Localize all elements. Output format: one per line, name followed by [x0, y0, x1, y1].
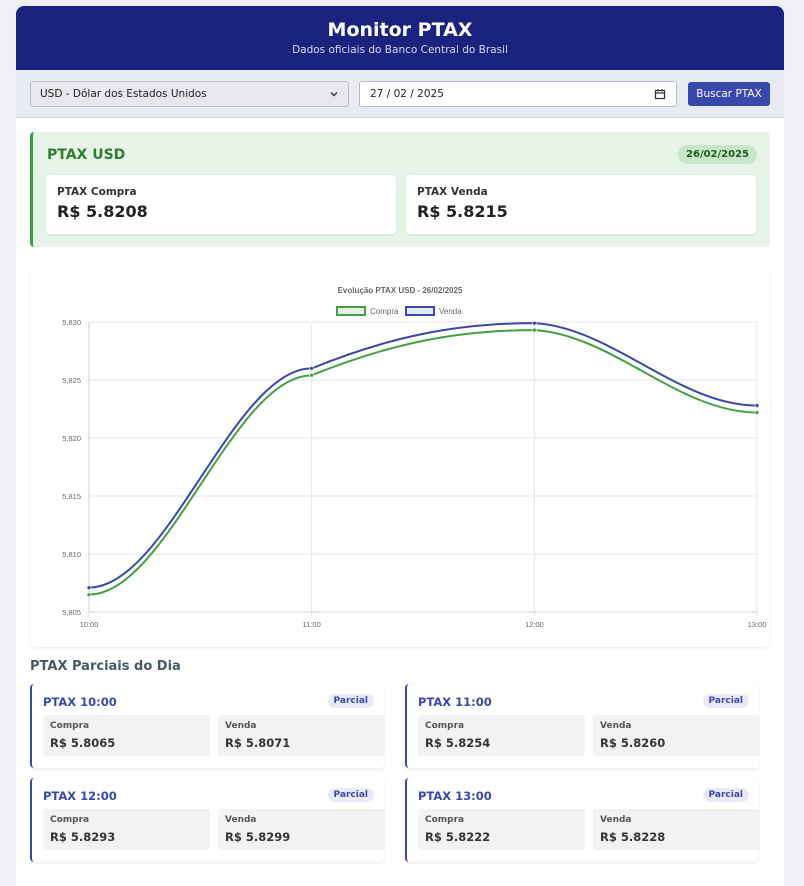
- sell-rate-value: R$ 5.8215: [417, 202, 508, 221]
- partial-sell-value: R$ 5.8071: [225, 736, 291, 750]
- legend-swatch-compra: [336, 306, 366, 316]
- partial-sell-label: Venda: [600, 721, 632, 731]
- partial-sell-value: R$ 5.8228: [600, 830, 666, 844]
- chevron-down-icon: [330, 92, 338, 97]
- partial-buy-label: Compra: [425, 815, 465, 825]
- partial-sell-cell: Venda R$ 5.8260: [593, 715, 760, 756]
- partial-card: PTAX 13:00 Parcial Compra R$ 5.8222 Venda R$ …: [405, 778, 760, 862]
- summary-title: PTAX USD: [47, 147, 126, 163]
- partial-sell-value: R$ 5.8299: [225, 830, 291, 844]
- app-header: Monitor PTAX Dados oficiais do Banco Cen…: [16, 6, 784, 70]
- partial-buy-label: Compra: [425, 721, 465, 731]
- partial-buy-value: R$ 5.8222: [425, 830, 491, 844]
- y-tick-label: 5,830: [62, 318, 81, 327]
- partial-badge: Parcial: [702, 788, 749, 802]
- data-point-venda: [309, 366, 314, 371]
- partial-buy-value: R$ 5.8065: [50, 736, 116, 750]
- x-tick-label: 13:00: [748, 620, 767, 629]
- partials-section-title: PTAX Parciais do Dia: [30, 659, 181, 674]
- partial-sell-label: Venda: [600, 815, 632, 825]
- page-subtitle: Dados oficiais do Banco Central do Brasi…: [292, 44, 508, 56]
- data-point-venda: [532, 320, 537, 326]
- buy-rate-value: R$ 5.8208: [57, 202, 148, 221]
- partial-card: PTAX 12:00 Parcial Compra R$ 5.8293 Venda R$ …: [30, 778, 385, 862]
- buy-rate-label: PTAX Compra: [57, 186, 137, 198]
- partial-badge: Parcial: [702, 694, 749, 708]
- partial-buy-label: Compra: [50, 721, 90, 731]
- data-point-venda: [86, 585, 92, 590]
- sell-rate-box: PTAX Venda R$ 5.8215: [406, 175, 756, 234]
- ptax-chart: Evolução PTAX USD - 26/02/2025 Compra Vend…: [30, 270, 770, 647]
- date-input-value: 27 / 02 / 2025: [370, 88, 444, 100]
- partial-card: PTAX 10:00 Parcial Compra R$ 5.8065 Venda R$ …: [30, 684, 385, 768]
- partial-card-title: PTAX 11:00: [418, 695, 492, 709]
- partial-sell-label: Venda: [225, 815, 257, 825]
- partial-buy-value: R$ 5.8293: [50, 830, 116, 844]
- data-point-compra: [309, 373, 314, 378]
- partial-sell-cell: Venda R$ 5.8071: [218, 715, 385, 756]
- partial-card: PTAX 11:00 Parcial Compra R$ 5.8254 Venda R$ …: [405, 684, 760, 768]
- ptax-line-chart: Evolução PTAX USD - 26/02/2025 Compra Vend…: [62, 286, 767, 629]
- partial-sell-value: R$ 5.8260: [600, 736, 666, 750]
- calendar-icon[interactable]: [654, 88, 666, 100]
- partial-card-title: PTAX 13:00: [418, 789, 492, 803]
- partial-card-title: PTAX 12:00: [43, 789, 117, 803]
- y-tick-label: 5,810: [62, 550, 81, 559]
- currency-select[interactable]: USD - Dólar dos Estados Unidos: [30, 81, 349, 107]
- partial-buy-cell: Compra R$ 5.8293: [43, 809, 210, 850]
- partial-buy-cell: Compra R$ 5.8254: [418, 715, 585, 756]
- y-tick-label: 5,805: [62, 608, 81, 617]
- y-tick-label: 5,820: [62, 434, 81, 443]
- y-tick-label: 5,825: [62, 376, 81, 385]
- legend-swatch-venda: [405, 306, 435, 316]
- search-ptax-button[interactable]: Buscar PTAX: [688, 82, 770, 106]
- ptax-summary-card: PTAX USD 26/02/2025 PTAX Compra R$ 5.820…: [30, 132, 770, 247]
- data-point-compra: [532, 327, 537, 333]
- partial-card-title: PTAX 10:00: [43, 695, 117, 709]
- data-point-compra: [86, 592, 92, 597]
- x-tick-label: 10:00: [80, 620, 99, 629]
- partial-sell-cell: Venda R$ 5.8228: [593, 809, 760, 850]
- data-point-compra: [754, 410, 760, 415]
- partial-buy-cell: Compra R$ 5.8222: [418, 809, 585, 850]
- date-input[interactable]: 27 / 02 / 2025: [359, 81, 677, 107]
- partial-badge: Parcial: [327, 694, 374, 708]
- x-tick-label: 12:00: [525, 620, 544, 629]
- series-line-venda: [88, 322, 758, 589]
- legend-label-compra: Compra: [370, 307, 399, 316]
- series-line-compra: [88, 329, 758, 596]
- chart-title: Evolução PTAX USD - 26/02/2025: [338, 286, 463, 295]
- partial-sell-cell: Venda R$ 5.8299: [218, 809, 385, 850]
- y-tick-label: 5,815: [62, 492, 81, 501]
- app-container: Monitor PTAX Dados oficiais do Banco Cen…: [16, 6, 784, 886]
- partial-buy-value: R$ 5.8254: [425, 736, 491, 750]
- data-point-venda: [754, 403, 760, 408]
- currency-select-value: USD - Dólar dos Estados Unidos: [40, 88, 207, 100]
- x-tick-label: 11:00: [303, 620, 321, 629]
- controls-bar: USD - Dólar dos Estados Unidos 27 / 02 /…: [16, 70, 784, 118]
- legend-label-venda: Venda: [439, 307, 462, 316]
- summary-date-badge: 26/02/2025: [678, 145, 757, 164]
- page-title: Monitor PTAX: [327, 19, 473, 41]
- buy-rate-box: PTAX Compra R$ 5.8208: [46, 175, 396, 234]
- partial-buy-label: Compra: [50, 815, 90, 825]
- partial-buy-cell: Compra R$ 5.8065: [43, 715, 210, 756]
- sell-rate-label: PTAX Venda: [417, 186, 488, 198]
- partial-sell-label: Venda: [225, 721, 257, 731]
- partial-badge: Parcial: [327, 788, 374, 802]
